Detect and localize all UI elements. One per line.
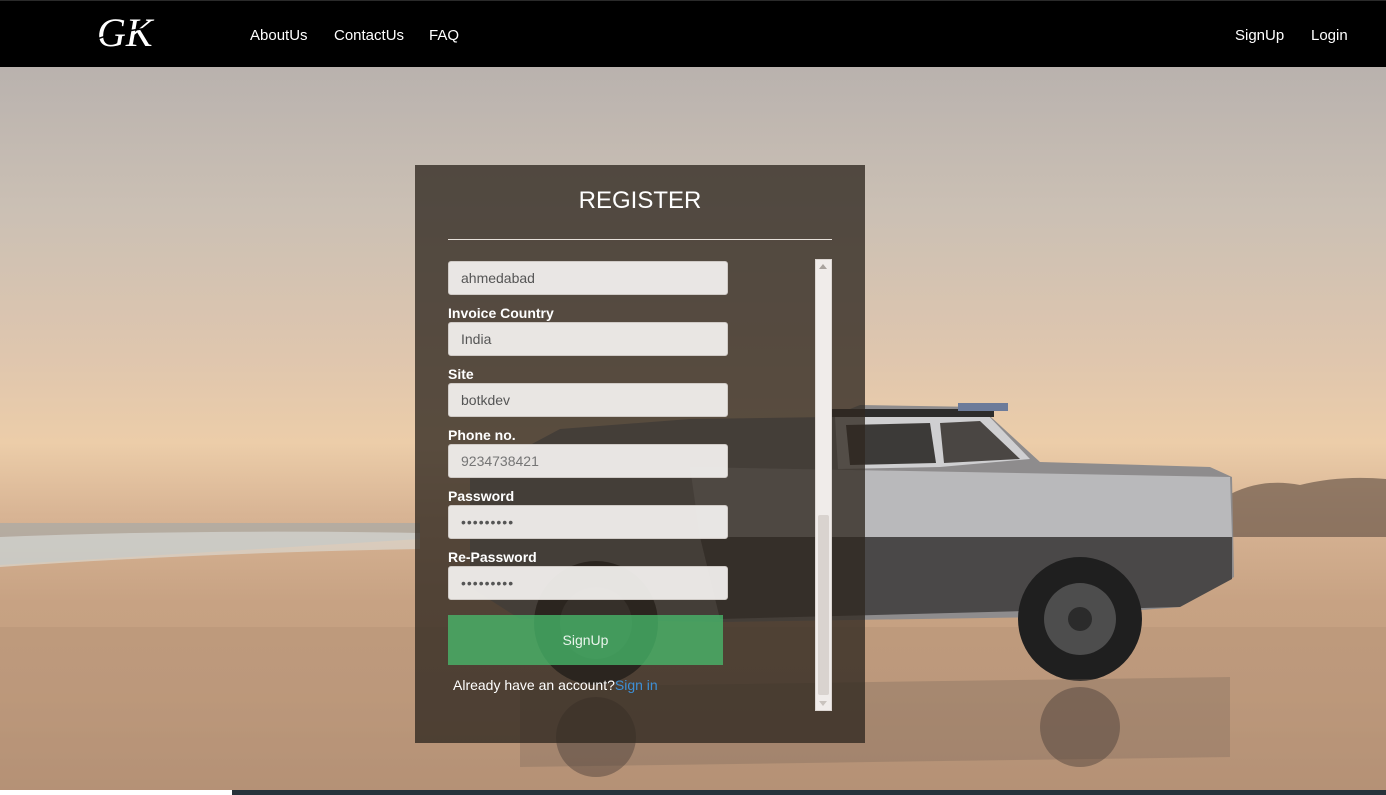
account-prompt-text: Already have an account?: [453, 677, 615, 693]
scroll-down-arrow-icon[interactable]: [819, 701, 827, 706]
scroll-up-arrow-icon[interactable]: [819, 264, 827, 269]
city-field[interactable]: [448, 261, 728, 295]
gk-logo[interactable]: GK: [95, 13, 193, 53]
signin-prompt: Already have an account?Sign in: [453, 677, 658, 693]
nav-link-faq[interactable]: FAQ: [429, 27, 459, 44]
site-field[interactable]: [448, 383, 728, 417]
logo-text: GK: [97, 13, 155, 53]
signup-button[interactable]: SignUp: [448, 615, 723, 665]
invoice-country-field[interactable]: [448, 322, 728, 356]
site-label: Site: [448, 366, 474, 382]
re-password-label: Re-Password: [448, 549, 537, 565]
title-divider: [448, 239, 832, 240]
register-panel: REGISTER Invoice Country Site Phone no. …: [415, 165, 865, 743]
password-label: Password: [448, 488, 515, 504]
nav-login-link[interactable]: Login: [1311, 27, 1348, 44]
invoice-country-label: Invoice Country: [448, 305, 554, 321]
scroll-thumb[interactable]: [818, 515, 829, 695]
nav-link-contact-us[interactable]: ContactUs: [334, 27, 404, 44]
register-title: REGISTER: [578, 187, 702, 214]
nav-signup-link[interactable]: SignUp: [1235, 27, 1284, 44]
register-form: Invoice Country Site Phone no. Password …: [448, 261, 818, 711]
form-scrollbar[interactable]: [815, 259, 832, 711]
bottom-strip-dark: [232, 790, 1386, 795]
password-field[interactable]: [448, 505, 728, 539]
re-password-field[interactable]: [448, 566, 728, 600]
phone-label: Phone no.: [448, 427, 516, 443]
top-navbar: GK AboutUs ContactUs FAQ SignUp Login: [0, 0, 1386, 67]
phone-field[interactable]: [448, 444, 728, 478]
signin-link[interactable]: Sign in: [615, 677, 658, 693]
nav-link-about-us[interactable]: AboutUs: [250, 27, 308, 44]
